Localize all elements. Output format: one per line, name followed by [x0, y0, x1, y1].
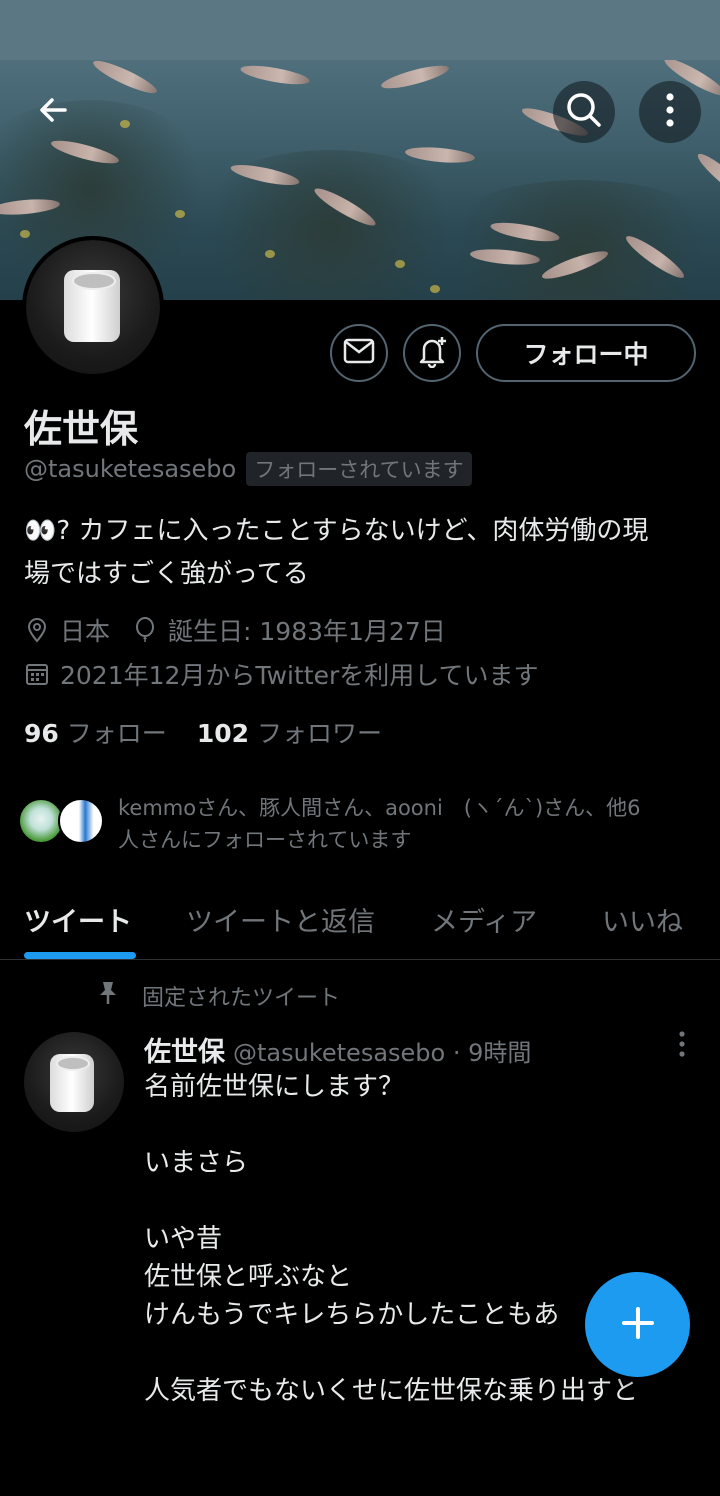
- handle-row: @tasuketesasebo フォローされています: [24, 452, 472, 486]
- more-vertical-icon: [665, 92, 675, 132]
- location-pin-icon: [24, 617, 50, 643]
- tweet-author-name[interactable]: 佐世保: [144, 1030, 225, 1069]
- bell-plus-icon: [415, 334, 449, 372]
- mutual-followers-text: kemmoさん、豚人間さん、aooni (ヽ´ん`)さん、他6 人さんにフォロー…: [118, 792, 641, 856]
- tab-media[interactable]: メディア: [431, 888, 537, 960]
- profile-avatar[interactable]: [22, 236, 164, 378]
- following-link[interactable]: 96 フォロー: [24, 714, 167, 750]
- profile-joined-row: 2021年12月からTwitterを利用しています: [24, 656, 538, 692]
- tab-likes[interactable]: いいね: [602, 888, 683, 960]
- profile-handle: @tasuketesasebo: [24, 455, 237, 483]
- back-button[interactable]: [22, 81, 84, 143]
- calendar-icon: [24, 661, 50, 687]
- tweet-header: 佐世保 @tasuketesasebo · 9時間: [144, 1030, 531, 1069]
- search-icon: [565, 91, 603, 133]
- bio-line: 👀? カフェに入ったことすらないけど、肉体労働の現: [24, 516, 649, 546]
- active-tab-indicator: [24, 952, 136, 959]
- profile-name: 佐世保: [24, 407, 139, 451]
- avatar: [58, 798, 104, 844]
- mutual-avatars: [18, 790, 110, 844]
- profile-meta-row: 日本 誕生日: 1983年1月27日: [24, 612, 446, 648]
- tab-tweets-and-replies[interactable]: ツイートと返信: [186, 888, 375, 960]
- profile-tabs: ツイート ツイートと返信 メディア いいね: [0, 888, 720, 960]
- follows-you-badge: フォローされています: [246, 452, 472, 486]
- mutual-line: 人さんにフォローされています: [118, 828, 412, 852]
- profile-birthday: 誕生日: 1983年1月27日: [168, 617, 446, 646]
- more-vertical-icon: [678, 1031, 686, 1061]
- followers-count: 102: [196, 719, 249, 748]
- tweet-more-button[interactable]: [664, 1031, 700, 1061]
- tweet-avatar[interactable]: [24, 1032, 124, 1132]
- message-button[interactable]: [330, 324, 388, 382]
- pinned-indicator: 固定されたツイート: [96, 980, 340, 1012]
- following-button[interactable]: フォロー中: [476, 324, 696, 382]
- followers-link[interactable]: 102 フォロワー: [197, 714, 382, 750]
- follow-counts: 96 フォロー 102 フォロワー: [24, 714, 382, 750]
- pinned-label: 固定されたツイート: [142, 986, 341, 1011]
- compose-tweet-button[interactable]: [585, 1272, 690, 1377]
- plus-icon: [620, 1305, 656, 1345]
- profile-location: 日本: [60, 617, 111, 646]
- status-bar: [0, 0, 720, 60]
- tweet-handle-time: @tasuketesasebo · 9時間: [233, 1039, 532, 1067]
- avatar-image: [26, 240, 160, 374]
- bio-line: 場ではすごく強がってる: [24, 559, 309, 589]
- profile-joined: 2021年12月からTwitterを利用しています: [60, 661, 539, 690]
- notify-button[interactable]: [403, 324, 461, 382]
- search-button[interactable]: [553, 81, 615, 143]
- more-button[interactable]: [639, 81, 701, 143]
- profile-bio: 👀? カフェに入ったことすらないけど、肉体労働の現 場ではすごく強がってる: [24, 510, 696, 596]
- pin-icon: [96, 980, 120, 1012]
- following-count: 96: [24, 719, 59, 748]
- balloon-icon: [132, 617, 158, 643]
- envelope-icon: [343, 338, 375, 368]
- tab-tweets[interactable]: ツイート: [24, 888, 132, 960]
- mutual-followers[interactable]: kemmoさん、豚人間さん、aooni (ヽ´ん`)さん、他6 人さんにフォロー…: [18, 790, 708, 856]
- following-label: フォロー: [66, 719, 167, 748]
- mutual-line: kemmoさん、豚人間さん、aooni (ヽ´ん`)さん、他6: [118, 796, 641, 820]
- arrow-left-icon: [35, 92, 71, 132]
- followers-label: フォロワー: [257, 719, 383, 748]
